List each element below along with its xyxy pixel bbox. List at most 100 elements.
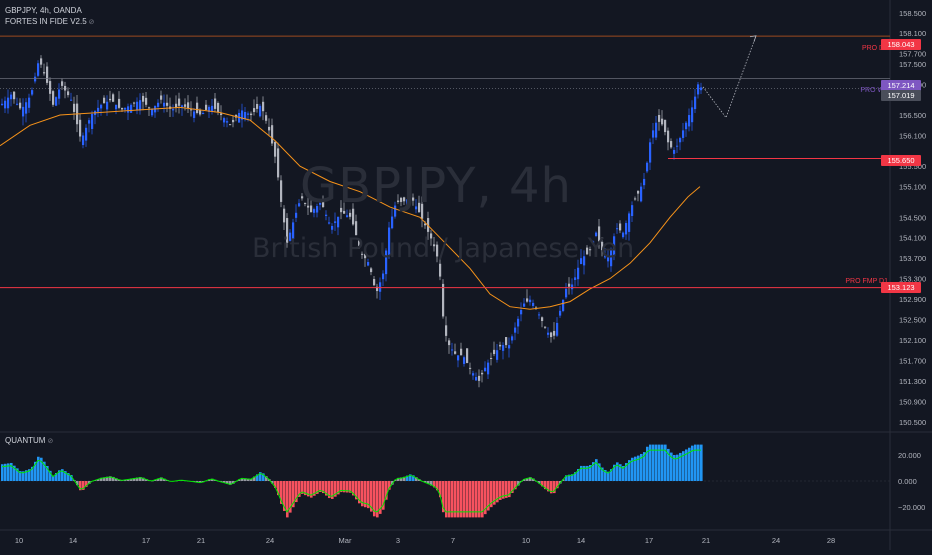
candle-body	[274, 141, 277, 157]
price-badge-level: 155.650	[881, 155, 921, 166]
candle-body	[496, 350, 499, 360]
candle-body	[673, 149, 676, 154]
time-tick-label: 17	[645, 536, 653, 545]
price-tick-label: 158.100	[899, 29, 926, 38]
candle-body	[559, 310, 562, 316]
candle-body	[55, 97, 58, 106]
time-tick-label: 3	[396, 536, 400, 545]
candle-body	[280, 180, 283, 202]
candle-body	[40, 58, 43, 65]
candle-body	[67, 91, 70, 96]
watermark-symbol: GBPJPY, 4h	[300, 158, 572, 214]
candle-body	[184, 104, 187, 107]
price-tick-label: 150.500	[899, 418, 926, 427]
candle-body	[655, 122, 658, 138]
candle-body	[262, 101, 265, 112]
candle-body	[220, 113, 223, 116]
price-tick-label: 154.100	[899, 234, 926, 243]
candle-body	[277, 148, 280, 178]
candle-body	[631, 205, 634, 217]
candle-body	[25, 102, 28, 114]
candle-body	[574, 277, 577, 280]
eye-slash-icon[interactable]: ⊘	[47, 438, 53, 445]
candle-body	[211, 105, 214, 112]
candle-body	[85, 127, 88, 141]
candle-body	[109, 98, 112, 101]
time-tick-label: 14	[69, 536, 77, 545]
candle-body	[124, 107, 127, 110]
candle-body	[541, 317, 544, 321]
candle-body	[328, 222, 331, 224]
candle-body	[667, 130, 670, 143]
time-tick-label: 24	[266, 536, 274, 545]
quantum-legend-text: QUANTUM	[5, 436, 46, 445]
candle-body	[142, 95, 145, 102]
candle-body	[82, 135, 85, 146]
price-tick-label: 151.700	[899, 356, 926, 365]
candle-body	[256, 103, 259, 109]
candle-body	[520, 310, 523, 315]
candle-body	[670, 141, 673, 148]
candle-body	[616, 228, 619, 230]
time-tick-label: 21	[702, 536, 710, 545]
candle-body	[16, 103, 19, 105]
candle-body	[283, 208, 286, 223]
indicator-legend[interactable]: FORTES IN FIDE V2.5 ⊘	[5, 17, 95, 28]
chart-area[interactable]: 158.500158.100157.700157.500157.100156.5…	[0, 0, 932, 550]
candle-body	[37, 63, 40, 76]
price-badge-pro-fmp-d1: 153.123	[881, 282, 921, 293]
candle-body	[634, 198, 637, 200]
price-tick-label: 152.100	[899, 336, 926, 345]
candle-body	[652, 130, 655, 138]
time-tick-label: 10	[15, 536, 23, 545]
candle-body	[391, 216, 394, 229]
candle-body	[331, 225, 334, 230]
candle-body	[502, 345, 505, 351]
quantum-legend[interactable]: QUANTUM ⊘	[5, 436, 53, 447]
candle-body	[34, 76, 37, 82]
arrow-head-icon	[749, 35, 757, 42]
candle-body	[682, 130, 685, 138]
candle-body	[472, 373, 475, 376]
eye-slash-icon[interactable]: ⊘	[89, 19, 95, 26]
candle-body	[457, 355, 460, 361]
candle-body	[688, 115, 691, 127]
candle-body	[229, 124, 232, 126]
price-chart-svg[interactable]: 158.500158.100157.700157.500157.100156.5…	[0, 0, 932, 550]
candle-body	[145, 97, 148, 105]
symbol-legend[interactable]: GBPJPY, 4h, OANDA	[5, 6, 82, 16]
candle-body	[196, 102, 199, 113]
time-tick-label: 7	[451, 536, 455, 545]
candle-body	[565, 288, 568, 298]
candle-body	[247, 113, 250, 115]
candle-body	[139, 100, 142, 111]
candle-body	[532, 302, 535, 307]
candle-body	[31, 90, 34, 95]
candle-body	[481, 372, 484, 375]
candle-body	[469, 367, 472, 369]
price-tick-label: 153.700	[899, 254, 926, 263]
price-tick-label: 156.100	[899, 131, 926, 140]
candle-body	[166, 102, 169, 106]
time-tick-label: 14	[577, 536, 585, 545]
indicator-legend-text: FORTES IN FIDE V2.5	[5, 17, 87, 26]
candle-body	[484, 367, 487, 372]
oscillator-tick-label: 0.000	[898, 477, 917, 486]
candle-body	[679, 138, 682, 143]
price-tick-label: 157.700	[899, 50, 926, 59]
candle-body	[691, 107, 694, 123]
candle-body	[217, 102, 220, 112]
candle-body	[382, 273, 385, 280]
candle-body	[439, 263, 442, 277]
candle-body	[157, 102, 160, 107]
oscillator-tick-label: 20.000	[898, 451, 921, 460]
candle-body	[118, 98, 121, 108]
time-tick-label: 10	[522, 536, 530, 545]
candle-body	[136, 101, 139, 111]
candle-body	[511, 336, 514, 341]
candle-body	[640, 186, 643, 202]
candle-body	[73, 103, 76, 112]
candle-body	[517, 318, 520, 327]
price-tick-label: 156.500	[899, 111, 926, 120]
last-price-badge: 157.019	[881, 90, 921, 101]
